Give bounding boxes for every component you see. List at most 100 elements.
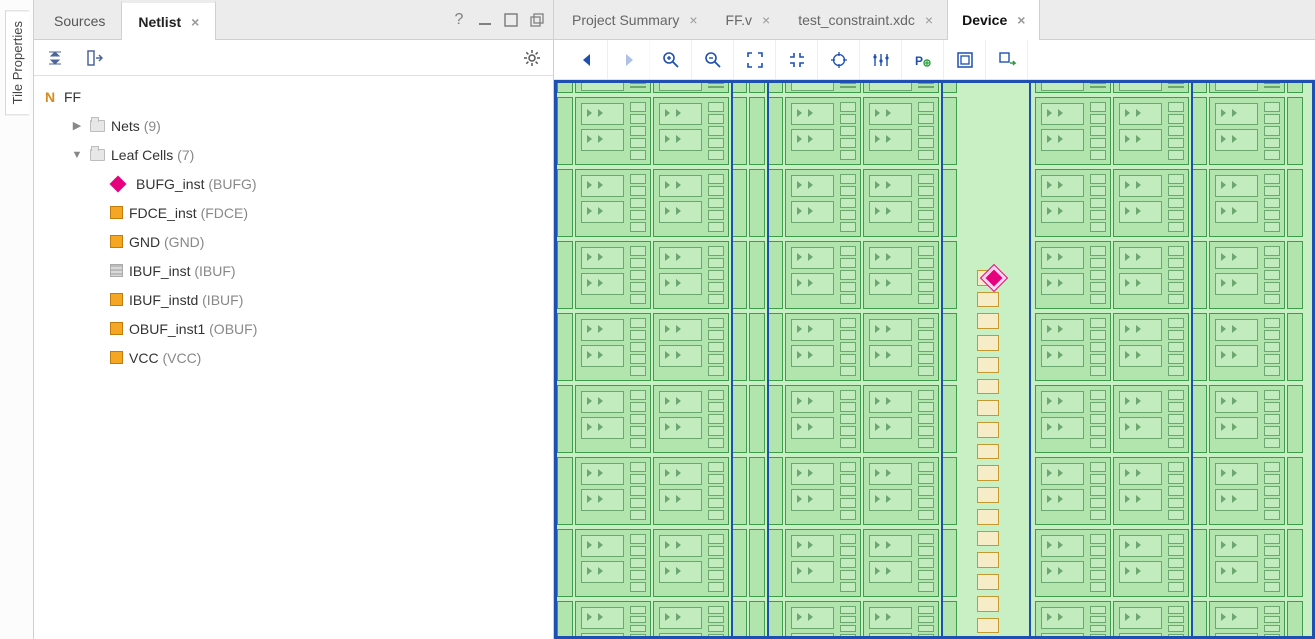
int-tile[interactable]: [557, 601, 573, 639]
int-tile[interactable]: [749, 241, 765, 309]
collapse-all-icon[interactable]: [46, 49, 64, 67]
maximize-icon[interactable]: [503, 12, 519, 28]
int-tile[interactable]: [731, 80, 747, 93]
int-tile[interactable]: [749, 313, 765, 381]
clb-tile[interactable]: [1113, 529, 1189, 597]
clb-tile[interactable]: [575, 97, 651, 165]
bufg-site[interactable]: [977, 531, 999, 547]
bufg-site[interactable]: [977, 444, 999, 460]
clb-tile[interactable]: [1035, 457, 1111, 525]
clb-tile[interactable]: [1035, 601, 1111, 639]
int-tile[interactable]: [767, 457, 783, 525]
int-tile[interactable]: [1287, 313, 1303, 381]
int-tile[interactable]: [557, 313, 573, 381]
tree-root[interactable]: N FF: [42, 82, 553, 111]
int-tile[interactable]: [731, 385, 747, 453]
chevron-right-icon[interactable]: ▶: [70, 119, 84, 132]
int-tile[interactable]: [767, 80, 783, 93]
clb-tile[interactable]: [653, 601, 729, 639]
zoom-in-button[interactable]: [650, 40, 692, 79]
clb-tile[interactable]: [863, 169, 939, 237]
int-tile[interactable]: [1191, 529, 1207, 597]
int-tile[interactable]: [557, 80, 573, 93]
bufg-site[interactable]: [977, 422, 999, 438]
close-icon[interactable]: ×: [191, 14, 199, 30]
clb-tile[interactable]: [1209, 313, 1285, 381]
int-tile[interactable]: [767, 601, 783, 639]
int-tile[interactable]: [767, 529, 783, 597]
bufg-site[interactable]: [977, 618, 999, 634]
int-tile[interactable]: [1287, 241, 1303, 309]
clb-tile[interactable]: [1035, 97, 1111, 165]
clb-tile[interactable]: [863, 97, 939, 165]
int-tile[interactable]: [557, 529, 573, 597]
cell-vcc[interactable]: VCC (VCC): [42, 343, 553, 372]
clb-tile[interactable]: [1113, 601, 1189, 639]
int-tile[interactable]: [731, 241, 747, 309]
close-icon[interactable]: ×: [925, 12, 933, 28]
clb-tile[interactable]: [785, 313, 861, 381]
clb-tile[interactable]: [575, 169, 651, 237]
clb-tile[interactable]: [1035, 169, 1111, 237]
int-tile[interactable]: [1191, 241, 1207, 309]
autofit-button[interactable]: [818, 40, 860, 79]
clb-tile[interactable]: [653, 80, 729, 93]
int-tile[interactable]: [1287, 529, 1303, 597]
clb-tile[interactable]: [863, 385, 939, 453]
int-tile[interactable]: [749, 169, 765, 237]
int-tile[interactable]: [767, 169, 783, 237]
cell-obuf[interactable]: OBUF_inst1 (OBUF): [42, 314, 553, 343]
cell-bufg[interactable]: BUFG_inst (BUFG): [42, 169, 553, 198]
clb-tile[interactable]: [785, 457, 861, 525]
int-tile[interactable]: [557, 169, 573, 237]
int-tile[interactable]: [941, 529, 957, 597]
clb-tile[interactable]: [1035, 241, 1111, 309]
help-icon[interactable]: ?: [451, 12, 467, 28]
int-tile[interactable]: [749, 457, 765, 525]
zoom-out-button[interactable]: [692, 40, 734, 79]
tab-ffv[interactable]: FF.v ×: [712, 0, 785, 39]
int-tile[interactable]: [767, 97, 783, 165]
clb-tile[interactable]: [1035, 313, 1111, 381]
clb-tile[interactable]: [1035, 80, 1111, 93]
int-tile[interactable]: [557, 385, 573, 453]
bufg-site[interactable]: [977, 487, 999, 503]
int-tile[interactable]: [1287, 601, 1303, 639]
clb-tile[interactable]: [1113, 97, 1189, 165]
int-tile[interactable]: [767, 385, 783, 453]
clb-tile[interactable]: [575, 80, 651, 93]
clb-tile[interactable]: [1209, 80, 1285, 93]
clb-tile[interactable]: [1113, 385, 1189, 453]
back-button[interactable]: [566, 40, 608, 79]
int-tile[interactable]: [1287, 385, 1303, 453]
cell-ibufd[interactable]: IBUF_instd (IBUF): [42, 285, 553, 314]
clb-tile[interactable]: [653, 457, 729, 525]
clb-tile[interactable]: [863, 457, 939, 525]
tab-sources[interactable]: Sources: [38, 0, 121, 39]
clb-tile[interactable]: [863, 601, 939, 639]
tab-xdc[interactable]: test_constraint.xdc ×: [784, 0, 947, 39]
tab-device[interactable]: Device ×: [947, 0, 1040, 40]
clb-tile[interactable]: [1209, 241, 1285, 309]
int-tile[interactable]: [941, 457, 957, 525]
tree-nets[interactable]: ▶ Nets (9): [42, 111, 553, 140]
clb-tile[interactable]: [653, 97, 729, 165]
int-tile[interactable]: [1287, 169, 1303, 237]
forward-button[interactable]: [608, 40, 650, 79]
int-tile[interactable]: [749, 529, 765, 597]
cell-drag-button[interactable]: [986, 40, 1028, 79]
bufg-site[interactable]: [977, 313, 999, 329]
tab-netlist[interactable]: Netlist ×: [121, 0, 216, 40]
int-tile[interactable]: [731, 169, 747, 237]
clb-tile[interactable]: [785, 97, 861, 165]
tree-leaf-cells[interactable]: ▼ Leaf Cells (7): [42, 140, 553, 169]
int-tile[interactable]: [1191, 313, 1207, 381]
clb-tile[interactable]: [863, 241, 939, 309]
clb-tile[interactable]: [575, 601, 651, 639]
placement-button[interactable]: P: [902, 40, 944, 79]
int-tile[interactable]: [1191, 601, 1207, 639]
clb-tile[interactable]: [785, 169, 861, 237]
bufg-site[interactable]: [977, 509, 999, 525]
clb-tile[interactable]: [1209, 97, 1285, 165]
bufg-site[interactable]: [977, 574, 999, 590]
